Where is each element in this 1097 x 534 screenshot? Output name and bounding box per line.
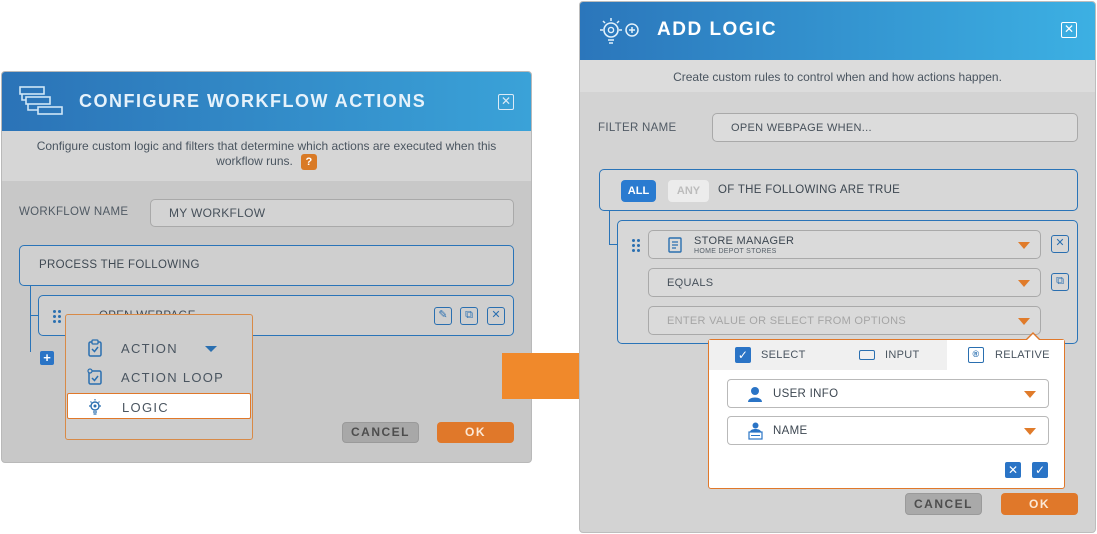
help-icon[interactable]: ? xyxy=(300,154,317,170)
tree-connector-branch xyxy=(609,244,617,245)
add-logic-dialog: ADD LOGIC ✕ Create custom rules to contr… xyxy=(579,1,1096,533)
workflow-name-input[interactable]: MY WORKFLOW xyxy=(150,199,514,227)
cancel-button[interactable]: CANCEL xyxy=(905,493,982,515)
chevron-down-icon xyxy=(205,346,217,352)
chevron-down-icon xyxy=(1018,242,1030,249)
dialog-description: Configure custom logic and filters that … xyxy=(2,131,531,181)
menu-item-action[interactable]: ACTION xyxy=(66,335,252,361)
tab-relative[interactable]: ® RELATIVE xyxy=(947,340,1064,370)
checkbox-checked-icon: ✓ xyxy=(735,347,751,363)
chevron-down-icon xyxy=(1018,318,1030,325)
menu-item-label: ACTION LOOP xyxy=(121,370,225,385)
cancel-button[interactable]: CANCEL xyxy=(342,422,419,443)
tree-connector xyxy=(30,286,31,352)
close-icon[interactable]: ✕ xyxy=(1061,22,1077,38)
tab-label: INPUT xyxy=(885,349,920,361)
value-placeholder: ENTER VALUE OR SELECT FROM OPTIONS xyxy=(667,314,906,327)
tab-input[interactable]: INPUT xyxy=(829,340,947,370)
operator-select-label: EQUALS xyxy=(667,276,714,289)
edit-icon[interactable]: ✎ xyxy=(434,307,452,325)
any-toggle[interactable]: ANY xyxy=(668,180,709,202)
panel-pointer-fill xyxy=(1026,334,1040,341)
all-toggle[interactable]: ALL xyxy=(621,180,656,202)
delete-icon[interactable]: ✕ xyxy=(487,307,505,325)
dialog-header: ADD LOGIC ✕ xyxy=(580,2,1095,60)
logic-bulb-icon xyxy=(89,399,101,415)
value-options-panel: ✓ SELECT INPUT ® RELATIVE USER INFO NAME… xyxy=(708,332,1065,489)
process-label: PROCESS THE FOLLOWING xyxy=(39,259,200,271)
input-box-icon xyxy=(859,350,875,360)
close-icon[interactable]: ✕ xyxy=(498,94,514,110)
tab-select[interactable]: ✓ SELECT xyxy=(709,340,829,370)
menu-item-action-loop[interactable]: ACTION LOOP xyxy=(66,364,252,390)
name-label: NAME xyxy=(773,425,808,437)
dialog-title: CONFIGURE WORKFLOW ACTIONS xyxy=(79,91,427,111)
menu-item-logic[interactable]: LOGIC xyxy=(67,393,251,419)
ok-button[interactable]: OK xyxy=(1001,493,1078,515)
confirm-check-icon[interactable]: ✓ xyxy=(1032,462,1048,478)
condition-group: ALL ANY OF THE FOLLOWING ARE TRUE xyxy=(599,169,1078,211)
chevron-down-icon xyxy=(1024,428,1036,435)
field-select-sublabel: HOME DEPOT STORES xyxy=(694,248,777,255)
clipboard-check-icon xyxy=(88,339,102,357)
condition-text: OF THE FOLLOWING ARE TRUE xyxy=(718,184,901,196)
value-input[interactable]: ENTER VALUE OR SELECT FROM OPTIONS xyxy=(648,306,1041,335)
dialog-title: ADD LOGIC xyxy=(657,19,778,40)
tab-label: RELATIVE xyxy=(995,349,1050,361)
dialog-header: CONFIGURE WORKFLOW ACTIONS ✕ xyxy=(2,72,531,131)
cancel-x-icon[interactable]: ✕ xyxy=(1005,462,1021,478)
delete-icon[interactable]: ✕ xyxy=(1051,235,1069,253)
user-icon xyxy=(748,387,762,402)
tab-label: SELECT xyxy=(761,349,806,361)
add-menu: ACTION ACTION LOOP LOGIC xyxy=(65,314,253,440)
document-icon xyxy=(668,237,682,253)
menu-item-label: LOGIC xyxy=(122,400,169,415)
filter-name-value: OPEN WEBPAGE WHEN... xyxy=(731,121,872,134)
filter-name-label: FILTER NAME xyxy=(598,122,677,134)
duplicate-icon[interactable]: ⧉ xyxy=(460,307,478,325)
name-select[interactable]: NAME xyxy=(727,416,1049,445)
user-info-label: USER INFO xyxy=(773,388,839,400)
field-select-label: STORE MANAGER xyxy=(694,235,795,247)
menu-item-label: ACTION xyxy=(121,341,178,356)
add-icon[interactable]: + xyxy=(40,351,54,365)
configure-workflow-dialog: CONFIGURE WORKFLOW ACTIONS ✕ Configure c… xyxy=(1,71,532,463)
tree-connector xyxy=(609,211,610,245)
operator-select[interactable]: EQUALS xyxy=(648,268,1041,297)
duplicate-icon[interactable]: ⧉ xyxy=(1051,273,1069,291)
relative-r-icon: ® xyxy=(968,347,984,363)
drag-handle-icon[interactable] xyxy=(53,310,63,324)
logic-icon xyxy=(600,18,639,44)
loop-icon xyxy=(87,368,102,385)
workflow-name-label: WORKFLOW NAME xyxy=(19,206,129,218)
field-select[interactable]: STORE MANAGER HOME DEPOT STORES xyxy=(648,230,1041,259)
drag-handle-icon[interactable] xyxy=(632,239,642,253)
filter-name-input[interactable]: OPEN WEBPAGE WHEN... xyxy=(712,113,1078,142)
dialog-description: Create custom rules to control when and … xyxy=(580,60,1095,92)
tree-connector-branch xyxy=(30,315,38,316)
user-info-select[interactable]: USER INFO xyxy=(727,379,1049,408)
description-text: Configure custom logic and filters that … xyxy=(36,139,497,169)
workflow-icon xyxy=(19,86,63,115)
chevron-down-icon xyxy=(1024,391,1036,398)
chevron-down-icon xyxy=(1018,280,1030,287)
process-following-box: PROCESS THE FOLLOWING xyxy=(19,245,514,286)
name-badge-icon xyxy=(748,422,763,440)
